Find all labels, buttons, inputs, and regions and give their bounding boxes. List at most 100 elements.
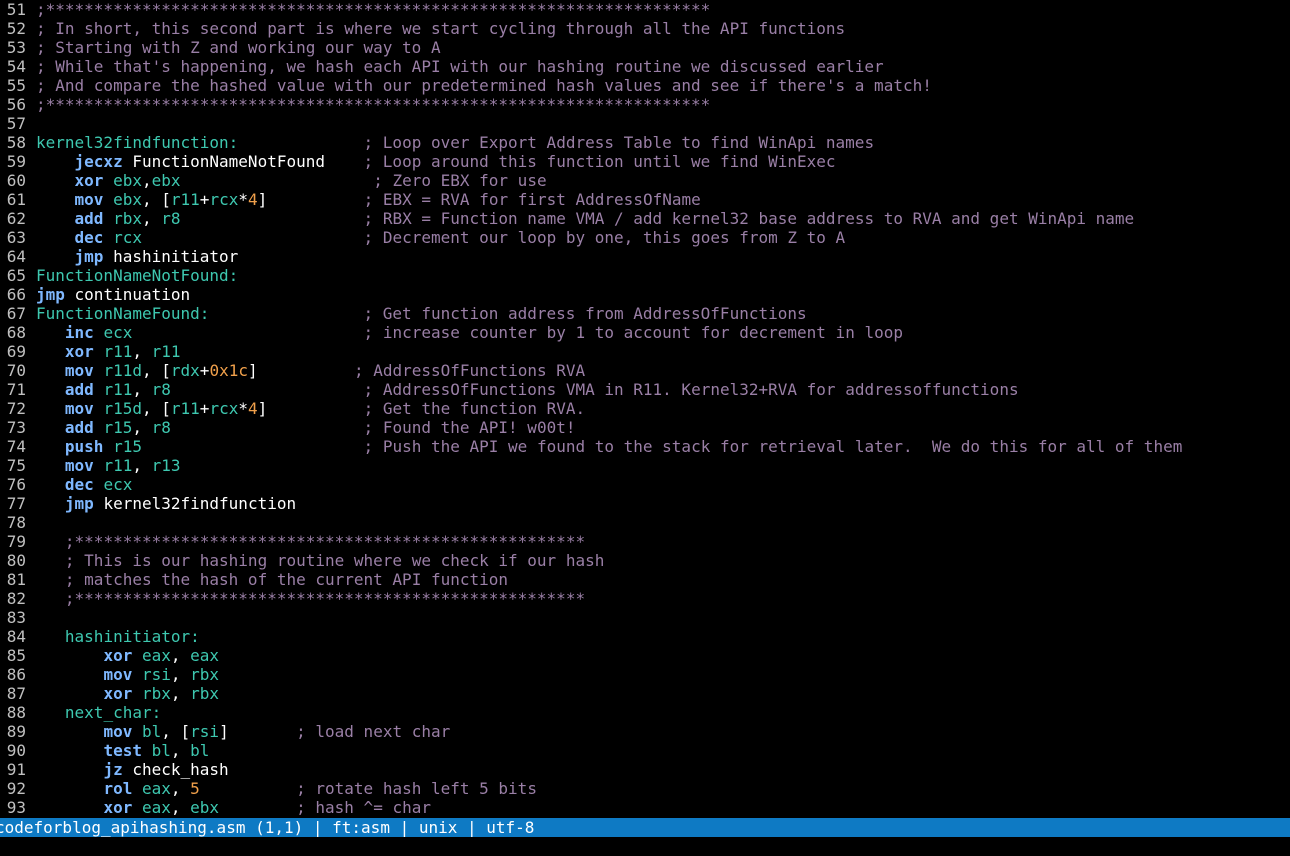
code-line[interactable]: 67 FunctionNameFound: ; Get function addr… (0, 304, 1290, 323)
code-line[interactable]: 82 ;************************************… (0, 589, 1290, 608)
code-number: 4 (247, 190, 258, 209)
code-line[interactable]: 58 kernel32findfunction: ; Loop over Expo… (0, 133, 1290, 152)
code-line[interactable]: 93 xor eax, ebx ; hash ^= char (0, 798, 1290, 817)
code-line[interactable]: 68 inc ecx ; increase counter by 1 to ac… (0, 323, 1290, 342)
code-line[interactable]: 52 ; In short, this second part is where … (0, 19, 1290, 38)
code-register: eax (141, 798, 171, 817)
code-text: , (170, 646, 191, 665)
code-register: bl (190, 741, 210, 760)
code-line[interactable]: 83 (0, 608, 1290, 627)
code-line[interactable]: 72 mov r15d, [r11+rcx*4] ; Get the funct… (0, 399, 1290, 418)
line-code: ;***************************************… (36, 532, 585, 551)
code-line[interactable]: 86 mov rsi, rbx (0, 665, 1290, 684)
line-code: jmp continuation (36, 285, 190, 304)
code-register: rbx (141, 684, 171, 703)
line-code: add r15, r8 ; Found the API! w00t! (36, 418, 576, 437)
code-line[interactable]: 84 hashinitiator: (0, 627, 1290, 646)
line-code: ; matches the hash of the current API fu… (36, 570, 508, 589)
line-number: 92 (6, 779, 26, 798)
code-line[interactable]: 80 ; This is our hashing routine where w… (0, 551, 1290, 570)
code-text: continuation (64, 285, 191, 304)
line-number: 85 (6, 646, 26, 665)
code-line[interactable]: 71 add r11, r8 ; AddressOfFunctions VMA … (0, 380, 1290, 399)
code-line[interactable]: 74 push r15 ; Push the API we found to t… (0, 437, 1290, 456)
line-number: 68 (6, 323, 26, 342)
code-line[interactable]: 54 ; While that's happening, we hash each… (0, 57, 1290, 76)
line-number: 55 (6, 76, 26, 95)
code-text: ] (257, 399, 364, 418)
code-editor[interactable]: 51 ;*************************************… (0, 0, 1290, 818)
code-line[interactable]: 88 next_char: (0, 703, 1290, 722)
line-code: jz check_hash (36, 760, 228, 779)
code-label: FunctionNameFound: (36, 304, 210, 323)
code-line[interactable]: 69 xor r11, r11 (0, 342, 1290, 361)
code-line[interactable]: 78 (0, 513, 1290, 532)
code-line[interactable]: 61 mov ebx, [r11+rcx*4] ; EBX = RVA for … (0, 190, 1290, 209)
code-comment: ; Loop around this function until we fin… (363, 152, 836, 171)
code-line[interactable]: 87 xor rbx, rbx (0, 684, 1290, 703)
code-comment: ; increase counter by 1 to account for d… (363, 323, 903, 342)
code-line[interactable]: 75 mov r11, r13 (0, 456, 1290, 475)
code-line[interactable]: 85 xor eax, eax (0, 646, 1290, 665)
code-line[interactable]: 73 add r15, r8 ; Found the API! w00t! (0, 418, 1290, 437)
code-text: , (132, 380, 152, 399)
code-line[interactable]: 56 ;*************************************… (0, 95, 1290, 114)
line-code: add r11, r8 ; AddressOfFunctions VMA in … (36, 380, 1019, 399)
code-line[interactable]: 63 dec rcx ; Decrement our loop by one, … (0, 228, 1290, 247)
code-register: r15 (113, 437, 142, 456)
code-line[interactable]: 59 jecxz FunctionNameNotFound ; Loop aro… (0, 152, 1290, 171)
code-line[interactable]: 90 test bl, bl (0, 741, 1290, 760)
code-comment: ; And compare the hashed value with our … (36, 76, 932, 95)
code-line[interactable]: 92 rol eax, 5 ; rotate hash left 5 bits (0, 779, 1290, 798)
code-line[interactable]: 53 ; Starting with Z and working our way … (0, 38, 1290, 57)
code-line[interactable]: 91 jz check_hash (0, 760, 1290, 779)
code-line[interactable]: 66 jmp continuation (0, 285, 1290, 304)
code-comment: ; EBX = RVA for first AddressOfName (363, 190, 701, 209)
code-register: rcx (113, 228, 142, 247)
code-line[interactable]: 89 mov bl, [rsi] ; load next char (0, 722, 1290, 741)
code-text: * (238, 190, 248, 209)
line-number: 60 (6, 171, 26, 190)
code-comment: ; Zero EBX for use (373, 171, 547, 190)
line-number: 78 (6, 513, 26, 532)
code-line[interactable]: 76 dec ecx (0, 475, 1290, 494)
code-line[interactable]: 51 ;*************************************… (0, 0, 1290, 19)
code-register: ebx (190, 798, 220, 817)
line-number: 76 (6, 475, 26, 494)
code-line[interactable]: 79 ;************************************… (0, 532, 1290, 551)
code-line[interactable]: 60 xor ebx,ebx ; Zero EBX for use (0, 171, 1290, 190)
line-code: mov bl, [rsi] ; load next char (36, 722, 450, 741)
code-keyword: add (64, 418, 94, 437)
code-line[interactable]: 65 FunctionNameNotFound: (0, 266, 1290, 285)
code-line[interactable]: 70 mov r11d, [rdx+0x1c] ; AddressOfFunct… (0, 361, 1290, 380)
code-line[interactable]: 62 add rbx, r8 ; RBX = Function name VMA… (0, 209, 1290, 228)
code-line[interactable]: 64 jmp hashinitiator (0, 247, 1290, 266)
code-text: , (170, 665, 191, 684)
line-code: jmp kernel32findfunction (36, 494, 296, 513)
code-keyword: mov (74, 190, 104, 209)
line-code: mov r11d, [rdx+0x1c] ; AddressOfFunction… (36, 361, 585, 380)
code-keyword: dec (64, 475, 94, 494)
code-text: ] (219, 722, 297, 741)
code-register: r11 (103, 456, 133, 475)
line-number: 91 (6, 760, 26, 779)
code-text: , (132, 456, 152, 475)
code-line[interactable]: 77 jmp kernel32findfunction (0, 494, 1290, 513)
code-line[interactable]: 81 ; matches the hash of the current API… (0, 570, 1290, 589)
code-line[interactable]: 57 (0, 114, 1290, 133)
line-code: kernel32findfunction: ; Loop over Export… (36, 133, 874, 152)
code-line[interactable]: 55 ; And compare the hashed value with ou… (0, 76, 1290, 95)
